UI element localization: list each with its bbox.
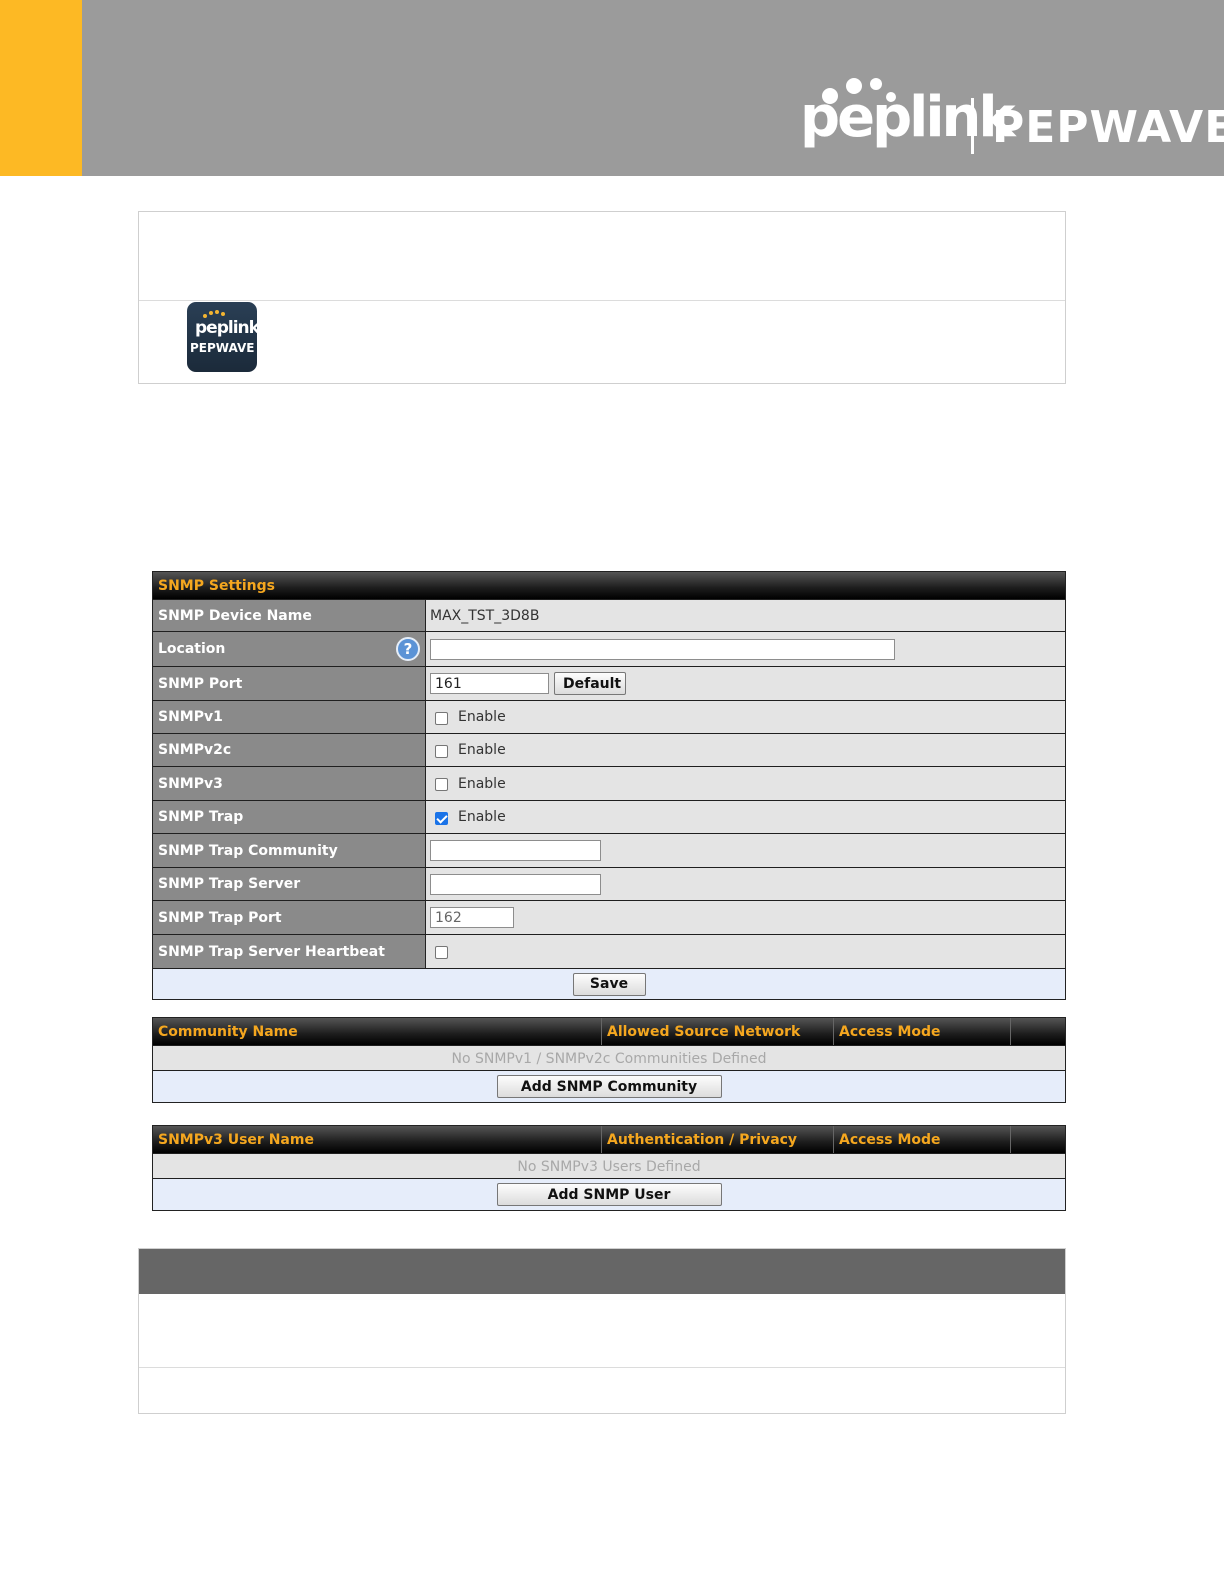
brand-pepwave-text: PEPWAVE [992,102,1224,153]
device-name-label: SNMP Device Name [153,600,426,631]
snmp-settings-panel: SNMP Settings SNMP Device Name MAX_TST_3… [152,571,1066,1000]
device-name-value: MAX_TST_3D8B [430,607,540,624]
trap-server-label: SNMP Trap Server [153,868,426,900]
trap-heartbeat-checkbox[interactable] [435,946,448,959]
note-box-divider [139,300,1065,301]
header-accent-bar [0,0,82,176]
snmpv2c-label: SNMPv2c [153,734,426,766]
trap-community-label: SNMP Trap Community [153,834,426,867]
trap-port-input[interactable] [430,907,514,928]
default-button[interactable]: Default [554,672,626,695]
col-user-access-mode: Access Mode [834,1126,1011,1153]
snmpv3-label: SNMPv3 [153,767,426,800]
users-empty-message: No SNMPv3 Users Defined [153,1153,1065,1178]
users-header-row: SNMPv3 User Name Authentication / Privac… [153,1126,1065,1153]
snmpv3-users-table: SNMPv3 User Name Authentication / Privac… [152,1125,1066,1211]
brand-logo: peplink PEPWAVE [800,70,1224,160]
snmp-port-label: SNMP Port [153,667,426,700]
trap-server-input[interactable] [430,873,601,895]
snmpv1-label: SNMPv1 [153,701,426,733]
snmp-trap-label: SNMP Trap [153,801,426,833]
row-snmp-trap: SNMP Trap Enable [153,800,1065,833]
location-label: Location [158,641,226,657]
snmpv2c-enable-checkbox[interactable] [435,744,448,758]
col-community-name: Community Name [153,1018,602,1045]
row-snmpv1: SNMPv1 Enable [153,700,1065,733]
peplink-app-icon: peplink PEPWAVE [187,302,260,372]
communities-table: Community Name Allowed Source Network Ac… [152,1017,1066,1103]
brand-peplink-text: peplink [800,85,1016,150]
page-header: peplink PEPWAVE [0,0,1224,176]
col-allowed-source-network: Allowed Source Network [602,1018,834,1045]
snmpv3-enable-checkbox[interactable] [435,778,448,791]
row-device-name: SNMP Device Name MAX_TST_3D8B [153,599,1065,631]
blank-table-box [138,1248,1066,1414]
snmpv1-enable-label: Enable [458,709,506,725]
snmp-trap-enable-checkbox[interactable] [435,811,448,825]
row-snmpv2c: SNMPv2c Enable [153,733,1065,766]
add-snmp-user-button[interactable]: Add SNMP User [496,1183,722,1206]
location-input[interactable] [430,638,895,660]
snmp-trap-enable-label: Enable [458,809,506,825]
trap-community-input[interactable] [430,840,601,861]
col-user-actions [1011,1126,1065,1153]
add-user-row: Add SNMP User [153,1178,1065,1210]
snmp-settings-title: SNMP Settings [153,572,1065,599]
col-authentication-privacy: Authentication / Privacy [602,1126,834,1153]
app-icon-peplink-text: peplink [195,318,260,338]
snmpv3-enable-label: Enable [458,775,506,792]
row-location: Location ? [153,631,1065,666]
col-actions [1011,1018,1065,1045]
blank-table-divider [139,1367,1065,1368]
row-trap-community: SNMP Trap Community [153,833,1065,867]
row-snmp-port: SNMP Port Default [153,666,1065,700]
snmp-port-input[interactable] [430,673,549,694]
row-trap-server: SNMP Trap Server [153,867,1065,900]
save-row: Save [153,968,1065,999]
row-trap-port: SNMP Trap Port [153,900,1065,934]
communities-empty-message: No SNMPv1 / SNMPv2c Communities Defined [153,1045,1065,1070]
trap-heartbeat-label: SNMP Trap Server Heartbeat [153,935,426,968]
trap-port-label: SNMP Trap Port [153,901,426,934]
col-snmpv3-user-name: SNMPv3 User Name [153,1126,602,1153]
communities-header-row: Community Name Allowed Source Network Ac… [153,1018,1065,1045]
add-community-row: Add SNMP Community [153,1070,1065,1102]
row-trap-heartbeat: SNMP Trap Server Heartbeat [153,934,1065,968]
note-box: peplink PEPWAVE [138,211,1066,384]
add-snmp-community-button[interactable]: Add SNMP Community [496,1075,722,1098]
help-icon[interactable]: ? [396,637,420,661]
save-button[interactable]: Save [572,972,646,996]
app-icon-pepwave-text: PEPWAVE [190,341,255,355]
row-snmpv3: SNMPv3 Enable [153,766,1065,800]
snmpv1-enable-checkbox[interactable] [435,711,448,725]
brand-separator [971,98,974,154]
col-access-mode: Access Mode [834,1018,1011,1045]
blank-table-header [139,1249,1065,1294]
snmpv2c-enable-label: Enable [458,742,506,758]
